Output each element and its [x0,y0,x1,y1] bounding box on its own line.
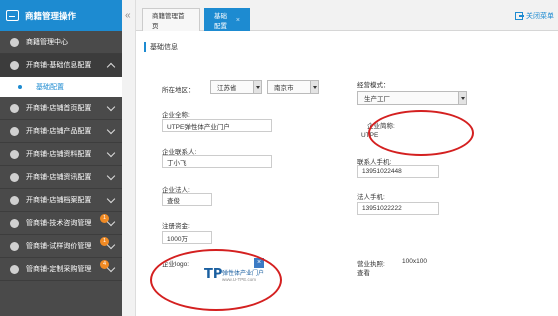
sidebar-item-label: 管商铺-定制采购管理 [26,266,92,273]
chevron-down-icon [106,194,116,204]
sidebar-subitem-label: 基础配置 [36,84,64,91]
sidebar-item-center[interactable]: 商籍管理中心 [0,31,122,54]
legal-input[interactable]: 查俊 [162,193,212,206]
sidebar-item-material-config[interactable]: 开商铺-店铺资料配置 [0,143,122,166]
exit-icon [515,12,524,20]
logo-text: 弹性体产业门户 [222,271,265,277]
capital-label: 注册资金: [162,223,190,230]
sidebar-item-product-config[interactable]: 开商铺-店铺产品配置 [0,120,122,143]
chevron-up-icon [106,62,116,72]
company-name-label: 企业全称: [162,112,190,119]
sidebar-item-label: 开商铺-基础信息配置 [26,62,92,69]
close-menu-button[interactable]: 关闭菜单 [515,11,554,21]
province-select[interactable]: 江苏省 [210,80,262,94]
menu-icon [10,172,19,182]
menu-icon [10,126,19,136]
double-chevron-left-icon: « [125,10,131,21]
chevron-down-icon [106,102,116,112]
sidebar-title: 商籍管理操作 [25,10,77,21]
sidebar-subitem-basic[interactable]: 基础配置 [0,77,122,97]
sidebar-item-label: 开商铺-店铺产品配置 [26,128,92,135]
sidebar-item-label: 管商铺-技术咨询管理 [26,220,92,227]
capital-input[interactable]: 1000万 [162,231,212,244]
menu-icon [10,264,19,274]
sidebar-item-custom-purchase[interactable]: 管商铺-定制采购管理 4 [0,258,122,281]
chevron-down-icon [106,171,116,181]
sidebar-item-label: 开商铺-店铺首页配置 [26,105,92,112]
license-view-link[interactable]: 查看 [357,267,370,277]
city-value: 南京市 [274,85,294,92]
sidebar-item-label: 开商铺-店铺档案配置 [26,197,92,204]
dropdown-arrow-icon [458,92,466,104]
logo-mark: TP [204,267,223,282]
company-name-input[interactable]: UTPE弹性体产业门户 [162,119,272,132]
menu-icon [10,103,19,113]
logo-label: 企业logo: [162,261,190,268]
menu-icon [10,149,19,159]
tab-home[interactable]: 商籍管理首页 [142,8,200,31]
sidebar-item-news-config[interactable]: 开商铺-店铺资讯配置 [0,166,122,189]
sidebar-item-home-config[interactable]: 开商铺-店铺首页配置 [0,97,122,120]
region-label: 所在地区： [162,87,195,94]
dropdown-arrow-icon [253,81,261,93]
sidebar-header: 商籍管理操作 [0,0,122,31]
legal-phone-label: 法人手机: [357,194,385,201]
chevron-down-icon [106,148,116,158]
sidebar-item-sample-inquiry[interactable]: 管商铺-试样询价管理 1 [0,235,122,258]
license-size: 100x100 [402,258,427,265]
remove-logo-icon[interactable]: × [254,258,264,268]
bullet-icon [18,85,22,89]
tab-basic-config[interactable]: 基础配置 × [204,8,250,31]
company-short-input[interactable]: UTPE [357,129,439,142]
sidebar-item-tech-consult[interactable]: 管商铺-技术咨询管理 1 [0,212,122,235]
legal-phone-input[interactable]: 13951022222 [357,202,439,215]
sidebar-item-label: 开商铺-店铺资讯配置 [26,174,92,181]
chevron-down-icon [106,240,116,250]
main-content: 基础信息 所在地区： 江苏省 南京市 经营模式： 生产工厂 企业全称: UTPE… [140,36,554,314]
tab-bar: 商籍管理首页 基础配置 × 关闭菜单 [136,0,558,31]
contact-phone-input[interactable]: 13951022448 [357,165,439,178]
menu-icon [10,241,19,251]
dropdown-arrow-icon [310,81,318,93]
menu-icon [10,60,19,70]
contact-input[interactable]: 丁小飞 [162,155,272,168]
chevron-down-icon [106,217,116,227]
business-mode-value: 生产工厂 [364,96,390,103]
sidebar: 商籍管理操作 商籍管理中心 开商铺-基础信息配置 基础配置 开商铺-店铺首页配置… [0,0,122,316]
close-icon[interactable]: × [236,17,240,24]
sidebar-item-label: 开商铺-店铺资料配置 [26,151,92,158]
menu-icon [10,218,19,228]
province-value: 江苏省 [217,85,237,92]
tab-label: 商籍管理首页 [152,13,185,30]
sidebar-collapse-toggle[interactable]: « [122,0,136,316]
city-select[interactable]: 南京市 [267,80,319,94]
chevron-down-icon [106,263,116,273]
sidebar-item-label: 管商铺-试样询价管理 [26,243,92,250]
sidebar-item-label: 商籍管理中心 [26,39,68,46]
sidebar-item-basic-config[interactable]: 开商铺-基础信息配置 [0,54,122,77]
business-mode-label: 经营模式： [357,82,390,89]
monitor-icon [6,10,19,21]
section-title: 基础信息 [144,42,178,52]
chevron-down-icon [106,125,116,135]
menu-icon [10,37,19,47]
tab-label: 基础配置 [214,13,227,30]
logo-url: www.U-TPE.com [222,277,257,282]
business-mode-select[interactable]: 生产工厂 [357,91,467,105]
menu-icon [10,195,19,205]
sidebar-item-archive-config[interactable]: 开商铺-店铺档案配置 [0,189,122,212]
close-menu-label: 关闭菜单 [526,13,554,20]
